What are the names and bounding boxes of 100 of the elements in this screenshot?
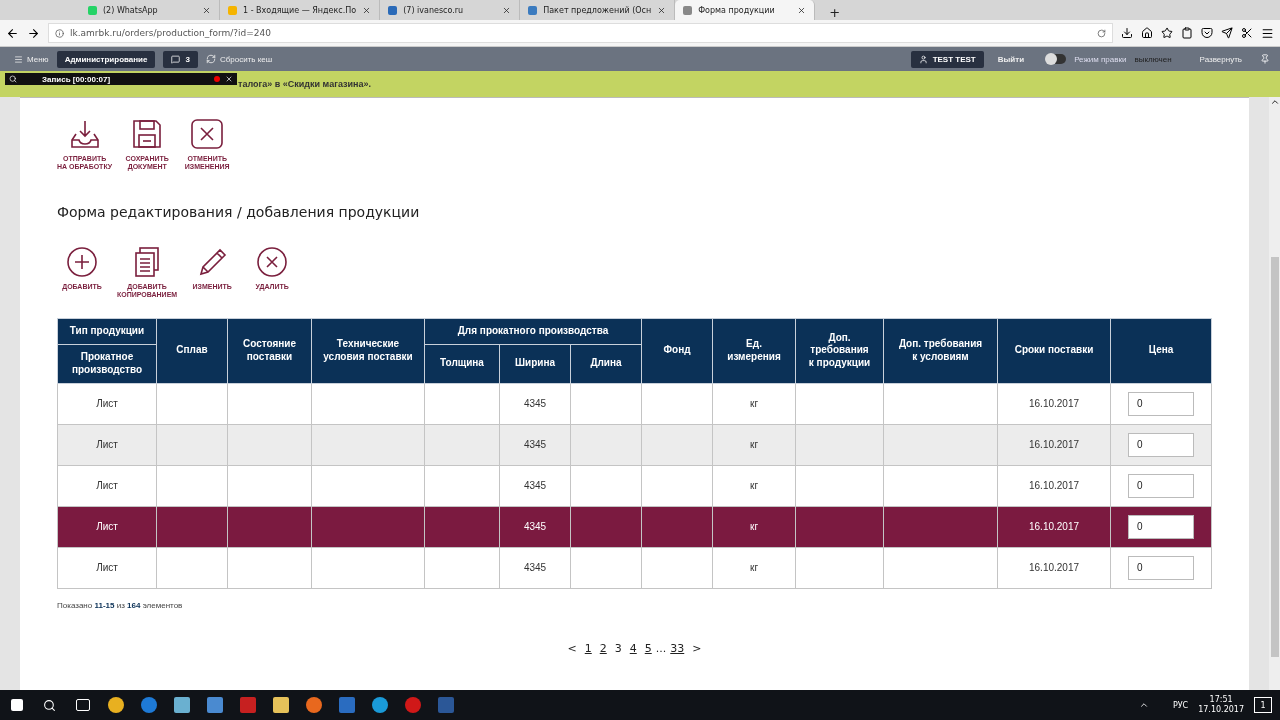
favicon-icon	[388, 5, 398, 15]
messages-button[interactable]: 3	[163, 50, 198, 68]
user-button[interactable]: TEST TEST	[910, 50, 984, 68]
edit-mode-state: выключен	[1134, 54, 1172, 64]
page-link[interactable]: 4	[629, 641, 637, 655]
back-icon[interactable]	[6, 26, 19, 40]
table-row[interactable]: Лист 4345 кг 16.10.2017 0	[57, 383, 1212, 425]
close-icon[interactable]	[362, 5, 372, 15]
search-icon[interactable]	[9, 75, 17, 83]
favicon-icon	[528, 5, 538, 15]
column-header: Технические условия поставки	[311, 318, 425, 384]
column-header: Доп. требования к продукции	[795, 318, 884, 384]
taskbar-app-icon[interactable]	[107, 697, 124, 713]
table-cell: Лист	[57, 424, 157, 466]
browser-tab[interactable]: Форма продукции	[675, 0, 816, 20]
column-header: Ширина	[499, 344, 571, 384]
page-link[interactable]: 2	[599, 641, 607, 655]
close-icon[interactable]	[225, 75, 233, 83]
menu-icon[interactable]	[1261, 26, 1274, 40]
new-tab-button[interactable]: +	[829, 5, 841, 20]
column-header: Прокатное производство	[57, 344, 157, 384]
table-cell: Лист	[57, 547, 157, 589]
pin-icon[interactable]	[1260, 54, 1270, 64]
menu-button[interactable]: Меню	[14, 54, 49, 64]
column-header: Длина	[570, 344, 642, 384]
pocket-icon[interactable]	[1201, 27, 1213, 39]
close-icon	[190, 118, 225, 150]
previous-page-link[interactable]: <	[567, 641, 577, 655]
logout-link[interactable]: Выйти	[997, 54, 1025, 64]
table-cell: Лист	[57, 383, 157, 425]
close-icon[interactable]	[657, 5, 667, 15]
taskbar-app-icon[interactable]	[305, 697, 322, 713]
reset-cache-button[interactable]: Сбросить кеш	[205, 54, 273, 64]
taskbar-app-icon[interactable]	[371, 697, 388, 713]
reload-icon[interactable]	[1097, 28, 1106, 38]
page-link[interactable]: 3	[614, 641, 622, 655]
tray-chevron-icon[interactable]	[1138, 700, 1149, 710]
table-cell: 16.10.2017	[997, 424, 1111, 466]
expand-button[interactable]: Развернуть	[1199, 54, 1242, 64]
table-cell: 16.10.2017	[997, 465, 1111, 507]
table-cell: 4345	[499, 424, 571, 466]
star-icon[interactable]	[1161, 27, 1173, 39]
next-page-link[interactable]: >	[692, 641, 702, 655]
table-row[interactable]: Лист 4345 кг 16.10.2017 0	[57, 547, 1212, 589]
taskbar-app-icon[interactable]	[173, 697, 190, 713]
user-icon	[918, 54, 928, 64]
price-field[interactable]: 0	[1128, 391, 1194, 416]
table-row[interactable]: Лист 4345 кг 16.10.2017 0	[57, 506, 1212, 548]
price-field[interactable]: 0	[1128, 432, 1194, 457]
clock[interactable]: 17:51 17.10.2017	[1198, 694, 1244, 716]
taskbar-app-icon[interactable]	[272, 697, 289, 713]
scrollbar-thumb[interactable]	[1270, 257, 1279, 657]
page-link[interactable]: 1	[584, 641, 592, 655]
scroll-up-icon[interactable]	[1269, 97, 1280, 107]
download-icon[interactable]	[1121, 27, 1133, 39]
table-cell: 4345	[499, 383, 571, 425]
table-cell: кг	[712, 383, 796, 425]
edit-mode-toggle[interactable]	[1046, 54, 1067, 64]
forward-icon[interactable]	[27, 26, 40, 40]
table-row[interactable]: Лист 4345 кг 16.10.2017 0	[57, 465, 1212, 507]
column-header: Состояние поставки	[227, 318, 312, 384]
info-icon	[55, 28, 64, 38]
price-field[interactable]: 0	[1128, 555, 1194, 580]
table-cell: 4345	[499, 506, 571, 548]
clipboard-icon[interactable]	[1181, 27, 1193, 39]
address-field[interactable]: lk.amrbk.ru/orders/production_form/?id=240	[48, 23, 1113, 43]
price-field[interactable]: 0	[1128, 514, 1194, 539]
close-icon[interactable]	[797, 5, 807, 15]
column-header: Фонд	[641, 318, 713, 384]
column-header: Сплав	[156, 318, 228, 384]
menu-icon	[14, 54, 23, 64]
notifications-button[interactable]: 1	[1254, 697, 1272, 713]
page-link[interactable]: 5	[644, 641, 652, 655]
page-link[interactable]: 33	[670, 641, 685, 655]
taskbar-app-icon[interactable]	[206, 697, 223, 713]
table-cell: 16.10.2017	[997, 383, 1111, 425]
admin-button[interactable]: Администрирование	[56, 50, 156, 68]
close-icon[interactable]	[502, 5, 512, 15]
table-cell: 4345	[499, 465, 571, 507]
record-icon[interactable]	[214, 76, 220, 82]
scissors-icon[interactable]	[1241, 27, 1253, 39]
table-cell: кг	[712, 547, 796, 589]
send-icon[interactable]	[1221, 27, 1233, 39]
form-heading: Форма редактирования / добавления продукции	[57, 203, 421, 220]
price-field[interactable]: 0	[1128, 473, 1194, 498]
favicon-icon	[88, 5, 97, 15]
favicon-icon	[228, 5, 237, 15]
table-row[interactable]: Лист 4345 кг 16.10.2017 0	[57, 424, 1212, 466]
table-cell: 16.10.2017	[997, 506, 1111, 548]
table-cell: 16.10.2017	[997, 547, 1111, 589]
search-icon[interactable]	[43, 698, 56, 712]
table-cell: Лист	[57, 465, 157, 507]
column-header: Толщина	[424, 344, 500, 384]
column-header: Доп. требования к условиям	[883, 318, 998, 384]
task-view-icon[interactable]	[75, 699, 90, 711]
column-header: Сроки поставки	[997, 318, 1111, 384]
language-indicator[interactable]: РУС	[1172, 700, 1189, 710]
close-icon[interactable]	[202, 5, 211, 15]
home-icon[interactable]	[1141, 27, 1153, 39]
column-header: Тип продукции	[57, 318, 157, 345]
